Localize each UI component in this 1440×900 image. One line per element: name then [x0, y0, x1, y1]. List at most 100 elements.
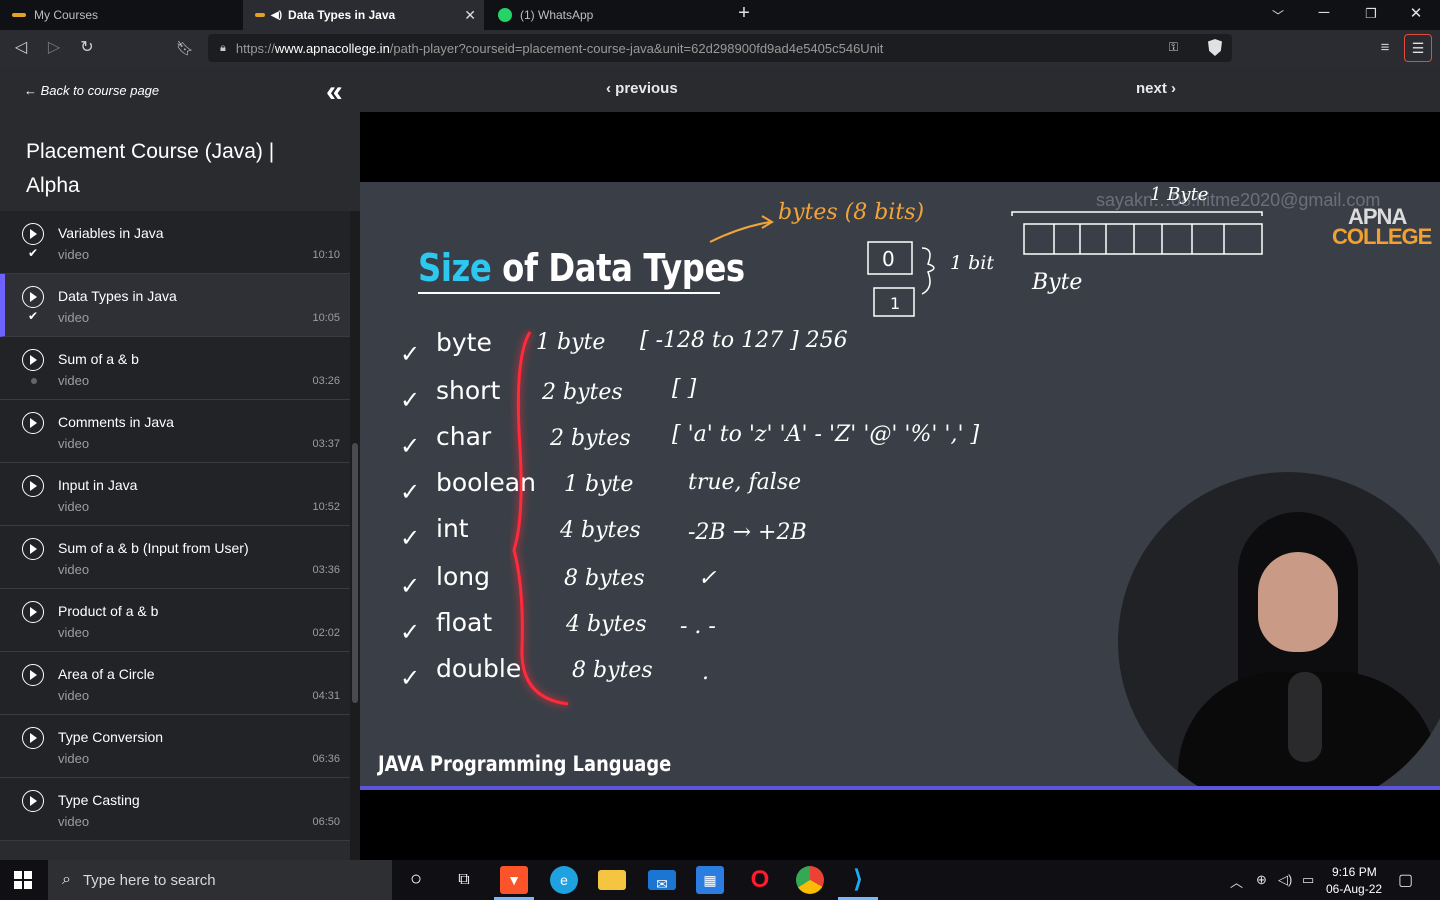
notifications-icon[interactable]: ▢ [1398, 870, 1413, 890]
type-range: - . - [680, 614, 716, 639]
new-tab-button[interactable]: + [734, 2, 754, 25]
type-size: 4 bytes [560, 518, 641, 543]
clock-time[interactable]: 9:16 PM [1332, 865, 1377, 879]
lesson-title: Comments in Java [58, 414, 174, 430]
volume-icon[interactable]: ◁) [1278, 872, 1292, 888]
type-range: true, false [688, 470, 802, 495]
lesson-item[interactable]: Area of a Circle video 04:31 [0, 652, 350, 715]
slide-title-rest: of Data Types [491, 246, 745, 290]
lesson-item[interactable]: Product of a & b video 02:02 [0, 589, 350, 652]
video-player[interactable]: sayakn…08.hitme2020@gmail.com APNA COLLE… [360, 182, 1440, 788]
browser-toolbar: ◁ ▷ ↻ 🔖︎ 🔒︎ https://www.apnacollege.in/p… [0, 30, 1440, 67]
svg-text:1: 1 [890, 294, 900, 313]
lesson-item[interactable]: Type Casting video 06:50 [0, 778, 350, 841]
playlist-icon[interactable]: ≡ [1374, 37, 1396, 59]
lesson-type: video [58, 751, 90, 766]
brave-shield-icon[interactable] [1208, 39, 1222, 56]
tab-data-types-in-java[interactable]: ◀) Data Types in Java ✕ [243, 0, 484, 30]
one-byte-annotation: 1 Byte [1150, 184, 1209, 205]
type-name-long: long [436, 562, 490, 591]
network-icon[interactable]: ▭ [1302, 872, 1314, 888]
file-explorer-icon[interactable] [598, 870, 626, 890]
type-size: 4 bytes [566, 612, 647, 637]
forward-arrow-icon[interactable]: ▷ [43, 37, 65, 59]
lesson-title: Variables in Java [58, 225, 164, 241]
edge-browser-icon[interactable]: e [550, 866, 578, 894]
task-view-icon[interactable]: ⧉ [450, 866, 478, 894]
tab-whatsapp[interactable]: (1) WhatsApp [486, 0, 720, 30]
reload-icon[interactable]: ↻ [76, 37, 98, 59]
lesson-item-active[interactable]: Data Types in Java ✔ video 10:05 [0, 274, 350, 337]
lesson-duration: 10:05 [312, 312, 340, 324]
checkmark-icon: ✓ [400, 341, 421, 368]
tab-my-courses[interactable]: My Courses [0, 0, 242, 30]
tab-label: My Courses [34, 8, 99, 22]
lesson-type: video [58, 499, 90, 514]
play-circle-icon [22, 664, 44, 686]
sidebar-scrollbar[interactable] [350, 211, 360, 860]
checkmark-icon: ✓ [400, 479, 421, 506]
lesson-item[interactable]: Type Conversion video 06:36 [0, 715, 350, 778]
close-window-button[interactable]: ✕ [1406, 4, 1426, 22]
apna-college-favicon-icon [12, 13, 26, 17]
search-placeholder: Type here to search [82, 871, 216, 889]
lesson-item[interactable]: Input in Java video 10:52 [0, 463, 350, 526]
byte-cells-diagram [1011, 211, 1263, 255]
lesson-duration: 04:31 [312, 690, 340, 702]
lesson-item[interactable]: Comments in Java video 03:37 [0, 400, 350, 463]
next-button[interactable]: next › [1136, 80, 1176, 97]
lesson-item[interactable]: Variables in Java ✔ video 10:10 [0, 211, 350, 274]
clock-date[interactable]: 06-Aug-22 [1326, 882, 1382, 896]
previous-button[interactable]: ‹ previous [606, 80, 678, 97]
lesson-type: video [58, 247, 90, 262]
url-text: https://www.apnacollege.in/path-player?c… [235, 40, 884, 56]
lesson-title: Type Conversion [58, 729, 164, 745]
lesson-list: Variables in Java ✔ video 10:10 Data Typ… [0, 211, 350, 841]
type-range: [ -128 to 127 ] 256 [640, 328, 848, 353]
browser-menu-button[interactable]: ☰ [1404, 34, 1432, 62]
checkmark-icon: ✓ [400, 387, 421, 414]
brave-browser-icon[interactable]: ▼ [500, 866, 528, 894]
type-name-double: double [436, 654, 522, 683]
taskbar-search-box[interactable]: ⌕ Type here to search [48, 860, 392, 900]
checkmark-icon: ✔ [28, 246, 39, 260]
windows-start-icon[interactable] [14, 871, 32, 889]
bookmark-icon[interactable]: 🔖︎ [174, 37, 196, 59]
vscode-icon[interactable]: ⟩ [844, 866, 872, 894]
cortana-icon[interactable]: ○ [402, 866, 430, 894]
restore-button[interactable]: ❐ [1361, 6, 1381, 22]
microsoft-store-icon[interactable]: ▦ [696, 866, 724, 894]
key-icon[interactable]: ⚿ [1169, 40, 1178, 55]
tray-app-icon[interactable]: ⊕ [1256, 872, 1267, 888]
back-to-course-link[interactable]: ← Back to course page [24, 83, 159, 98]
scrollbar-thumb[interactable] [352, 443, 358, 703]
minimize-button[interactable]: ─ [1314, 4, 1334, 21]
lesson-type: video [58, 562, 90, 577]
back-arrow-icon[interactable]: ◁ [10, 37, 32, 59]
tab-label: Data Types in Java [288, 8, 396, 22]
mail-icon[interactable]: ✉ [648, 870, 676, 892]
lesson-duration: 06:50 [312, 816, 340, 828]
type-name-char: char [436, 422, 492, 451]
checkmark-icon: ✓ [400, 525, 421, 552]
tray-overflow-chevron-icon[interactable]: ︿ [1230, 872, 1243, 891]
opera-browser-icon[interactable]: O [746, 866, 774, 894]
lesson-title: Type Casting [58, 792, 140, 808]
checkmark-icon: ✓ [400, 619, 421, 646]
close-tab-icon[interactable]: ✕ [464, 7, 476, 24]
lesson-item[interactable]: Sum of a & b (Input from User) video 03:… [0, 526, 350, 589]
address-bar[interactable]: 🔒︎ https://www.apnacollege.in/path-playe… [208, 34, 1232, 62]
microphone-icon [1288, 672, 1322, 762]
chrome-browser-icon[interactable] [796, 866, 824, 894]
type-range: . [702, 660, 709, 685]
course-title: Placement Course (Java) | Alpha [26, 140, 275, 197]
lesson-item[interactable]: Sum of a & b video 03:26 [0, 337, 350, 400]
browser-tab-bar: My Courses ◀) Data Types in Java ✕ (1) W… [0, 0, 1440, 30]
collapse-sidebar-icon[interactable]: « [326, 75, 342, 109]
type-range: -2B → +2B [688, 520, 807, 545]
checkmark-icon: ✓ [400, 573, 421, 600]
lesson-navigation: ‹ previous next › [360, 67, 1440, 112]
instructor-webcam-circle [1118, 472, 1440, 788]
type-size: 2 bytes [542, 380, 623, 405]
tab-search-chevron-icon[interactable]: ﹀ [1268, 7, 1288, 24]
